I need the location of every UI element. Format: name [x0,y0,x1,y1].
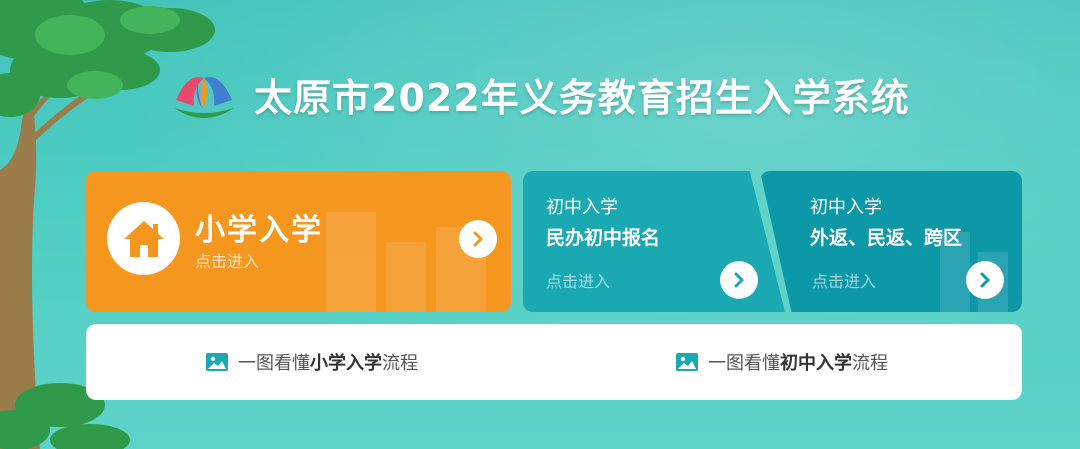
private-junior-title: 民办初中报名 [546,227,661,249]
junior-flow-suffix: 流程 [852,353,888,374]
junior-flow-highlight: 初中入学 [780,353,852,374]
primary-flow-link[interactable]: 一图看懂小学入学流程 [206,324,418,400]
junior-flow-prefix: 一图看懂 [708,353,780,374]
return-junior-title: 外返、民返、跨区 [810,227,963,249]
header: 太原市2022年义务教育招生入学系统 [168,62,910,126]
chevron-right-icon [980,272,990,288]
image-icon [206,353,228,371]
primary-school-title: 小学入学 [195,213,323,248]
return-junior-category: 初中入学 [810,197,882,218]
junior-flow-link[interactable]: 一图看懂初中入学流程 [676,324,888,400]
chevron-right-icon [473,231,483,247]
chevron-right-icon [734,272,744,288]
private-junior-category: 初中入学 [546,197,618,218]
return-junior-card[interactable]: 初中入学 外返、民返、跨区 点击进入 [760,171,1022,312]
primary-flow-prefix: 一图看懂 [238,353,310,374]
private-junior-card[interactable]: 初中入学 民办初中报名 点击进入 [523,171,785,312]
primary-school-card[interactable]: 小学入学 点击进入 [86,171,511,312]
house-icon [123,220,164,257]
return-junior-action: 点击进入 [812,272,877,291]
flower-logo-icon [174,76,234,118]
private-junior-action: 点击进入 [546,272,611,291]
private-junior-arrow-button[interactable] [720,261,758,299]
primary-school-action: 点击进入 [195,252,260,271]
primary-school-arrow-button[interactable] [459,220,497,258]
return-junior-arrow-button[interactable] [966,261,1004,299]
page-title: 太原市2022年义务教育招生入学系统 [254,75,910,120]
primary-flow-highlight: 小学入学 [310,353,382,374]
image-icon [676,353,698,371]
primary-flow-suffix: 流程 [382,353,418,374]
house-icon-circle [107,202,180,275]
flow-guide-bar: 一图看懂小学入学流程 一图看懂初中入学流程 [86,324,1022,400]
